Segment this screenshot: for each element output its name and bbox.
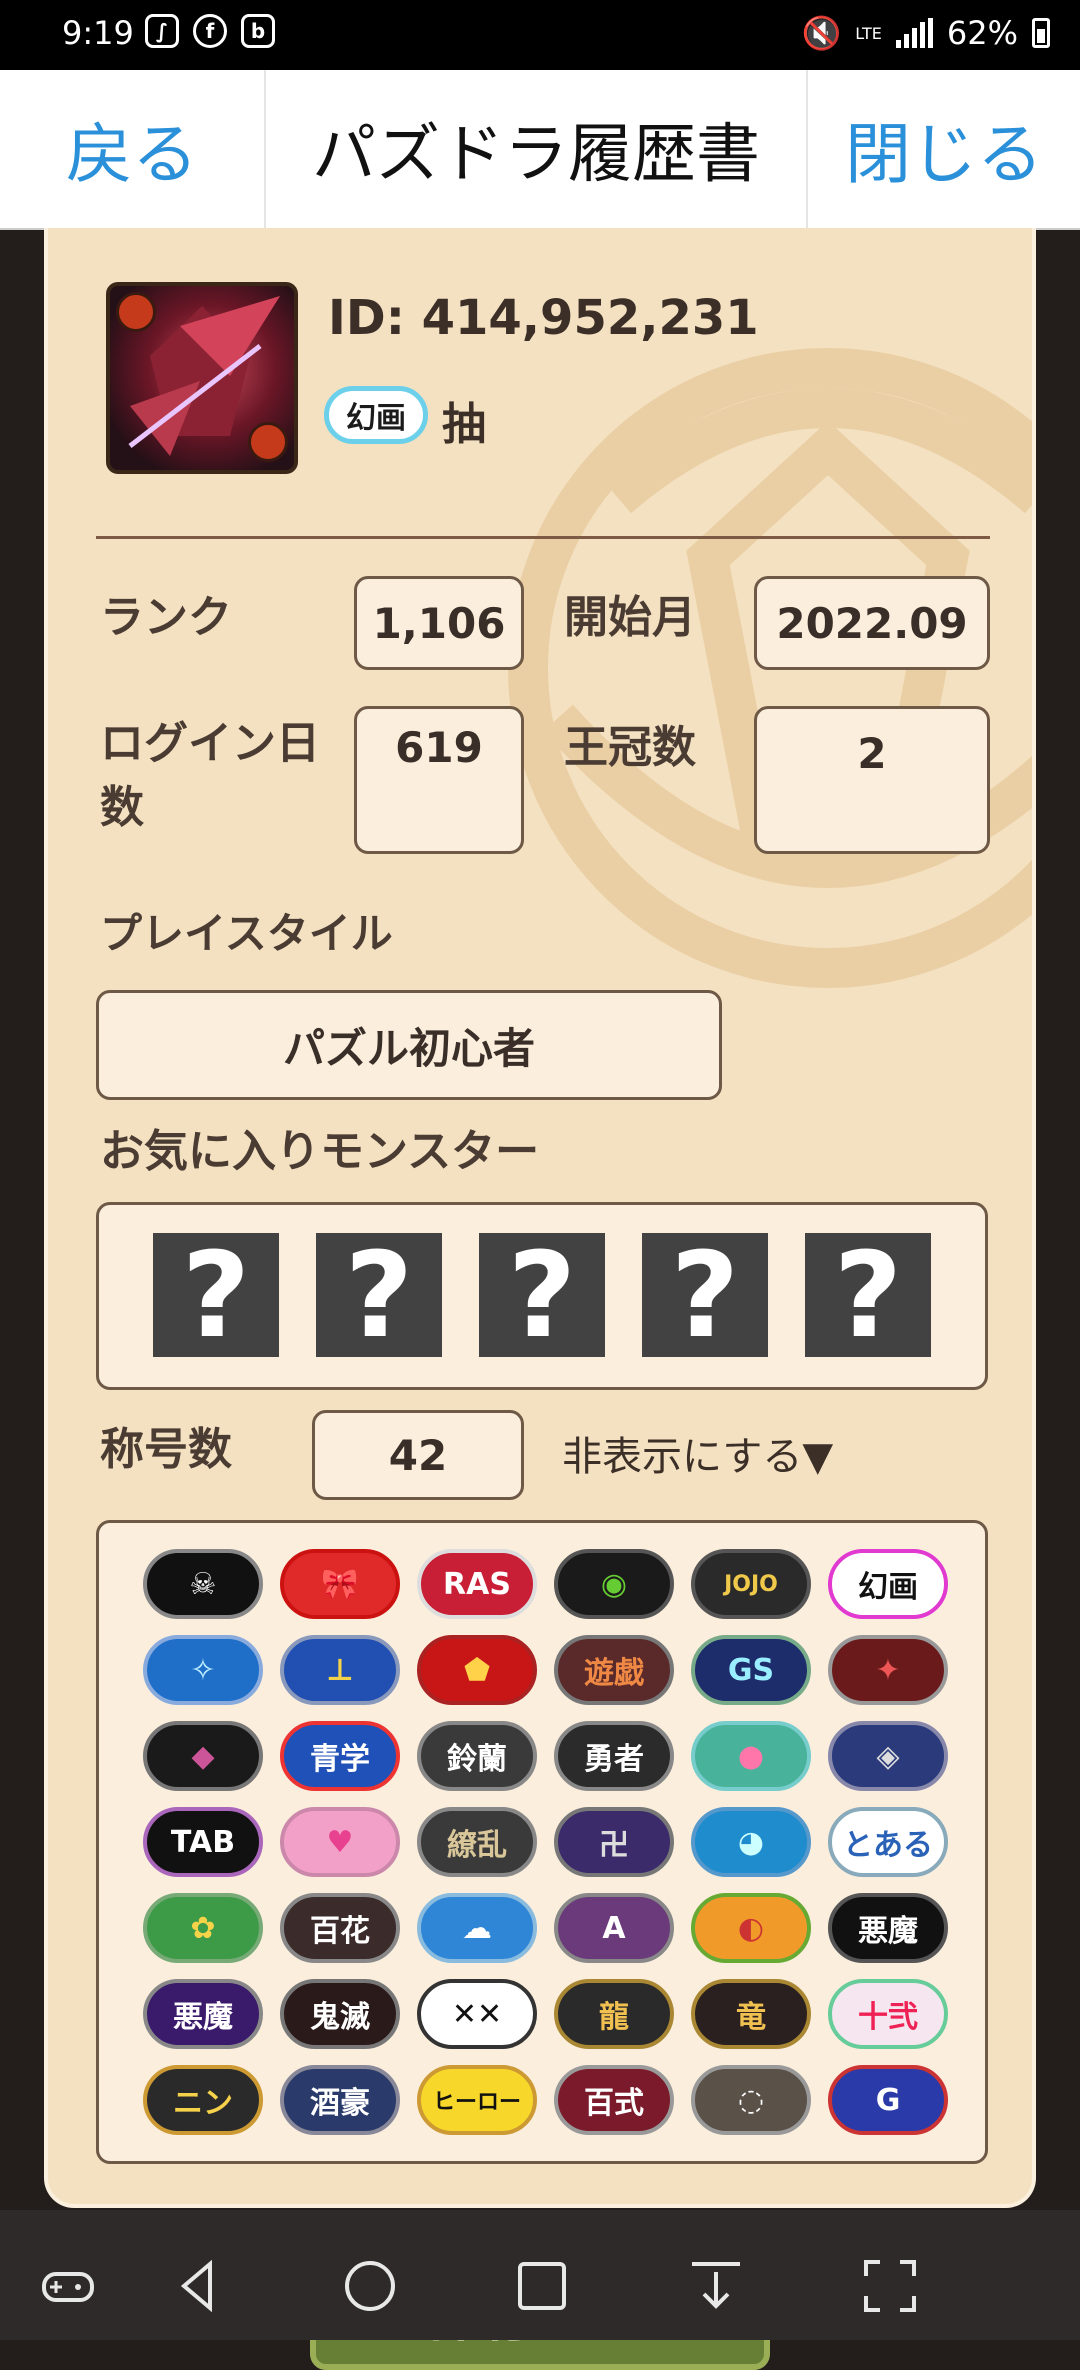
favorite-slot-3[interactable]: ?: [479, 1226, 605, 1364]
title-badge[interactable]: ●: [691, 1721, 811, 1791]
back-nav-icon[interactable]: [170, 2258, 226, 2314]
title-badge[interactable]: 鬼滅: [280, 1979, 400, 2049]
title-badge[interactable]: 鈴蘭: [417, 1721, 537, 1791]
network-type: LTE: [855, 23, 882, 43]
title-badge[interactable]: 繚乱: [417, 1807, 537, 1877]
title-badge[interactable]: A: [554, 1893, 674, 1963]
back-button[interactable]: 戻る: [0, 70, 266, 228]
rank-label: ランク: [100, 592, 232, 643]
title-badge[interactable]: ◈: [828, 1721, 948, 1791]
title-badge[interactable]: 十弐: [828, 1979, 948, 2049]
recents-nav-icon[interactable]: [514, 2258, 570, 2314]
title-badge[interactable]: RAS: [417, 1549, 537, 1619]
start-month-value: 2022.09: [754, 576, 990, 670]
title-badge[interactable]: 悪魔: [828, 1893, 948, 1963]
title-badge[interactable]: ◌: [691, 2065, 811, 2135]
app-header: 戻る パズドラ履歴書 閉じる: [0, 70, 1080, 230]
titles-count-value: 42: [312, 1410, 524, 1500]
status-time: 9:19: [62, 14, 134, 52]
login-days-value: 619: [354, 706, 524, 854]
title-badge[interactable]: 龍: [554, 1979, 674, 2049]
start-month-label: 開始月: [564, 592, 696, 643]
status-bar: 9:19 ∫ f b 🔇 LTE 62%: [0, 0, 1080, 70]
title-badge[interactable]: ☁: [417, 1893, 537, 1963]
favorite-slot-2[interactable]: ?: [316, 1226, 442, 1364]
title-badge[interactable]: G: [828, 2065, 948, 2135]
title-badge[interactable]: 竜: [691, 1979, 811, 2049]
title-badge[interactable]: JOJO: [691, 1549, 811, 1619]
title-badge[interactable]: 青学: [280, 1721, 400, 1791]
page-title: パズドラ履歴書: [312, 118, 760, 192]
equipped-title-badge: 幻画: [324, 386, 428, 444]
signal-icon: [895, 18, 933, 48]
feather-notification-icon: ∫: [145, 14, 179, 48]
title-badge[interactable]: ✿: [143, 1893, 263, 1963]
hide-toggle[interactable]: 非表示にする▼: [562, 1424, 833, 1482]
title-badge[interactable]: ◐: [691, 1893, 811, 1963]
favorite-slot-4[interactable]: ?: [642, 1226, 768, 1364]
title-badge[interactable]: ♥: [280, 1807, 400, 1877]
favorite-monsters-box: ? ? ? ? ?: [96, 1202, 988, 1390]
title-badge[interactable]: ⊥: [280, 1635, 400, 1705]
title-badge[interactable]: ヒーロー: [417, 2065, 537, 2135]
titles-count-label: 称号数: [100, 1424, 232, 1475]
login-days-label: ログイン日 数: [100, 718, 320, 833]
battery-icon: [1032, 18, 1050, 48]
title-badge[interactable]: ◆: [143, 1721, 263, 1791]
divider: [96, 536, 990, 539]
mute-icon: 🔇: [801, 14, 842, 52]
title-badge[interactable]: 遊戯: [554, 1635, 674, 1705]
title-badge[interactable]: 🎀: [280, 1549, 400, 1619]
notification-icons: ∫ f b: [145, 14, 275, 48]
gamepad-icon[interactable]: [40, 2258, 96, 2314]
crown-count-label: 王冠数: [564, 722, 696, 773]
title-badge[interactable]: ◉: [554, 1549, 674, 1619]
play-style-value: パズル初心者: [96, 990, 722, 1100]
title-badge[interactable]: ☠: [143, 1549, 263, 1619]
title-badge[interactable]: TAB: [143, 1807, 263, 1877]
title-badge[interactable]: 百式: [554, 2065, 674, 2135]
player-name: 抽: [442, 399, 486, 450]
close-button[interactable]: 閉じる: [806, 70, 1080, 228]
battery-percent: 62%: [946, 14, 1018, 52]
title-badge[interactable]: ✕✕: [417, 1979, 537, 2049]
app-notification-icon: b: [241, 14, 275, 48]
title-badge[interactable]: ✧: [143, 1635, 263, 1705]
fullscreen-icon[interactable]: [862, 2258, 918, 2314]
title-badge[interactable]: 酒豪: [280, 2065, 400, 2135]
profile-card: ID: 414,952,231 幻画 抽 ランク 1,106 開始月 2022.…: [44, 228, 1036, 2208]
facebook-notification-icon: f: [193, 14, 227, 48]
title-badge[interactable]: 勇者: [554, 1721, 674, 1791]
title-badge[interactable]: ✦: [828, 1635, 948, 1705]
title-badge[interactable]: GS: [691, 1635, 811, 1705]
title-badge[interactable]: 幻画: [828, 1549, 948, 1619]
home-nav-icon[interactable]: [342, 2258, 398, 2314]
title-badge[interactable]: ⬟: [417, 1635, 537, 1705]
title-badge[interactable]: 百花: [280, 1893, 400, 1963]
player-id: ID: 414,952,231: [328, 290, 759, 346]
favorite-monsters-label: お気に入りモンスター: [100, 1126, 540, 1177]
titles-grid: ☠ 🎀 RAS ◉ JOJO 幻画 ✧ ⊥ ⬟ 遊戯 GS ✦ ◆ 青学 鈴蘭 勇者 ● ◈ TAB ♥ 繚乱卍 ◕ とある…: [96, 1520, 988, 2164]
rank-value: 1,106: [354, 576, 524, 670]
download-icon[interactable]: [688, 2258, 744, 2314]
title-badge[interactable]: とある: [828, 1807, 948, 1877]
title-badge[interactable]: ニン: [143, 2065, 263, 2135]
play-style-label: プレイスタイル: [100, 909, 393, 958]
title-badge[interactable]: 悪魔: [143, 1979, 263, 2049]
title-badge[interactable]: ◕: [691, 1807, 811, 1877]
title-badge[interactable]: 卍: [554, 1807, 674, 1877]
favorite-slot-1[interactable]: ?: [153, 1226, 279, 1364]
favorite-slot-5[interactable]: ?: [805, 1226, 931, 1364]
profile-avatar[interactable]: [106, 282, 298, 474]
crown-count-value: 2: [754, 706, 990, 854]
